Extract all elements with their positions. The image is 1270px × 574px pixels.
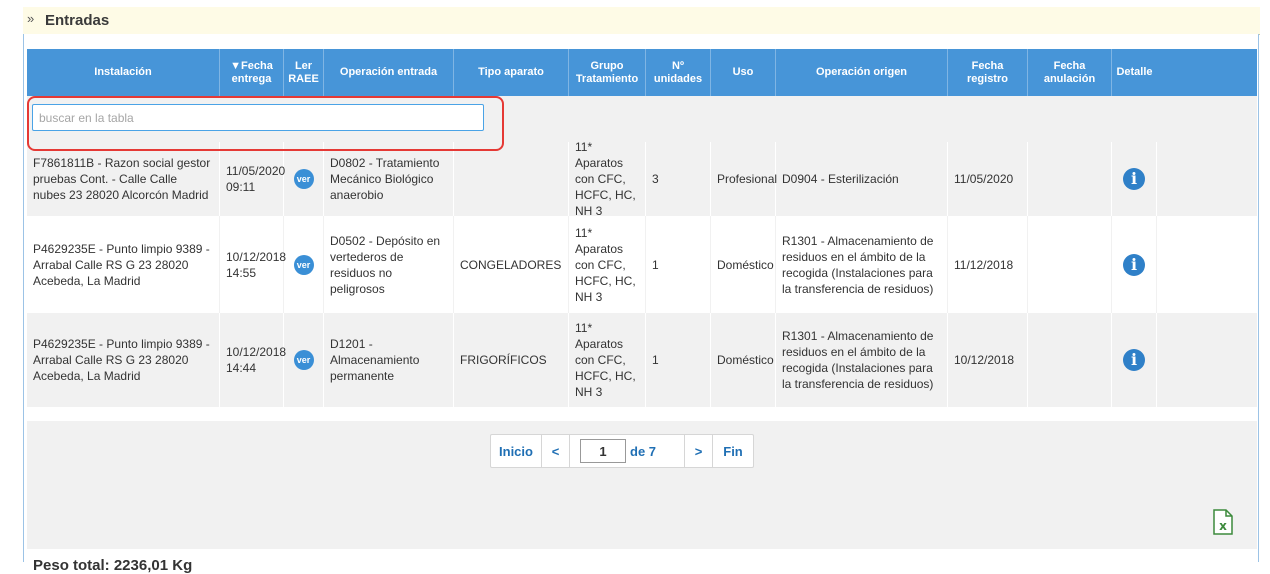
- col-tipo-aparato[interactable]: Tipo aparato: [454, 49, 569, 96]
- col-operacion-entrada[interactable]: Operación entrada: [324, 49, 454, 96]
- table-header: Instalación ▼Fecha entrega Ler RAEE Oper…: [27, 49, 1257, 96]
- info-icon[interactable]: i: [1123, 253, 1145, 276]
- cell-detalle: i: [1112, 313, 1157, 407]
- cell-operacion-origen: R1301 - Almacenamiento de residuos en el…: [776, 313, 948, 407]
- table-row: F7861811B - Razon social gestor pruebas …: [27, 140, 1257, 218]
- cell-fecha-entrega: 10/12/2018 14:44: [220, 313, 286, 407]
- pager-page-input[interactable]: [580, 439, 626, 463]
- peso-total: Peso total: 2236,01 Kg: [33, 557, 193, 574]
- ver-badge[interactable]: ver: [293, 169, 314, 189]
- cell-detalle: i: [1112, 142, 1157, 216]
- pager-prev-button[interactable]: <: [542, 435, 570, 467]
- filter-row: [27, 96, 1257, 142]
- table-row: P4629235E - Punto limpio 9389 - Arrabal …: [27, 313, 1257, 407]
- cell-detalle: i: [1112, 216, 1157, 313]
- cell-operacion-entrada: D1201 - Almacenamiento permanente: [324, 313, 454, 407]
- col-unidades[interactable]: Nº unidades: [646, 49, 711, 96]
- cell-unidades: 1: [646, 313, 711, 407]
- col-instalacion[interactable]: Instalación: [27, 49, 220, 96]
- pager-first-button[interactable]: Inicio: [491, 435, 542, 467]
- cell-operacion-origen: D0904 - Esterilización: [776, 142, 948, 216]
- double-chevron-right-icon[interactable]: »: [27, 11, 34, 26]
- section-header: » Entradas: [23, 7, 1260, 35]
- cell-ler: ver: [284, 216, 324, 313]
- cell-uso: Doméstico: [711, 216, 776, 313]
- cell-fecha-registro: 11/12/2018: [948, 216, 1028, 313]
- cell-fecha-entrega: 10/12/2018 14:55: [220, 216, 286, 313]
- pager-page-control: de 7: [570, 435, 685, 467]
- cell-ler: ver: [284, 313, 324, 407]
- cell-fecha-anulacion: [1028, 216, 1112, 313]
- cell-instalacion: P4629235E - Punto limpio 9389 - Arrabal …: [27, 313, 220, 407]
- ver-badge[interactable]: ver: [293, 350, 314, 370]
- cell-tipo-aparato: CONGELADORES: [454, 216, 569, 313]
- pagination: Inicio < de 7 > Fin: [490, 434, 754, 468]
- svg-text:x: x: [1219, 519, 1227, 533]
- pager-next-button[interactable]: >: [685, 435, 713, 467]
- cell-operacion-entrada: D0802 - Tratamiento Mecánico Biológico a…: [324, 142, 454, 216]
- col-fecha-registro[interactable]: Fecha registro: [948, 49, 1028, 96]
- cell-instalacion: P4629235E - Punto limpio 9389 - Arrabal …: [27, 216, 220, 313]
- info-icon[interactable]: i: [1123, 349, 1145, 371]
- pager-total-label: de 7: [630, 443, 657, 459]
- cell-operacion-entrada: D0502 - Depósito en vertederos de residu…: [324, 216, 454, 313]
- col-ler-raee[interactable]: Ler RAEE: [284, 49, 324, 96]
- cell-fecha-registro: 11/05/2020: [948, 142, 1028, 216]
- col-fecha-anulacion[interactable]: Fecha anulación: [1028, 49, 1112, 96]
- excel-export-icon[interactable]: x: [1213, 509, 1233, 535]
- cell-tipo-aparato: [454, 142, 569, 216]
- cell-unidades: 3: [646, 142, 711, 216]
- cell-uso: Doméstico: [711, 313, 776, 407]
- cell-ler: ver: [284, 142, 324, 216]
- table-row: P4629235E - Punto limpio 9389 - Arrabal …: [27, 216, 1257, 313]
- cell-grupo: 11* Aparatos con CFC, HCFC, HC, NH 3: [569, 313, 646, 407]
- col-fecha-entrega[interactable]: ▼Fecha entrega: [220, 49, 284, 96]
- cell-unidades: 1: [646, 216, 711, 313]
- table-search-input[interactable]: [32, 104, 484, 131]
- cell-grupo: 11* Aparatos con CFC, HCFC, HC, NH 3: [569, 140, 646, 218]
- cell-fecha-registro: 10/12/2018: [948, 313, 1028, 407]
- cell-instalacion: F7861811B - Razon social gestor pruebas …: [27, 142, 220, 216]
- cell-operacion-origen: R1301 - Almacenamiento de residuos en el…: [776, 216, 948, 313]
- cell-fecha-anulacion: [1028, 142, 1112, 216]
- ver-badge[interactable]: ver: [293, 254, 314, 275]
- pager-last-button[interactable]: Fin: [713, 435, 753, 467]
- section-title: Entradas: [45, 12, 110, 29]
- pager-area: Inicio < de 7 > Fin x: [27, 421, 1257, 549]
- cell-tipo-aparato: FRIGORÍFICOS: [454, 313, 569, 407]
- col-detalle[interactable]: Detalle: [1112, 49, 1157, 96]
- col-uso[interactable]: Uso: [711, 49, 776, 96]
- cell-uso: Profesional: [711, 142, 777, 216]
- col-operacion-origen[interactable]: Operación origen: [776, 49, 948, 96]
- col-grupo-tratamiento[interactable]: Grupo Tratamiento: [569, 49, 646, 96]
- cell-grupo: 11* Aparatos con CFC, HCFC, HC, NH 3: [569, 216, 646, 313]
- info-icon[interactable]: i: [1123, 168, 1145, 190]
- cell-fecha-anulacion: [1028, 313, 1112, 407]
- cell-fecha-entrega: 11/05/2020 09:11: [220, 142, 285, 216]
